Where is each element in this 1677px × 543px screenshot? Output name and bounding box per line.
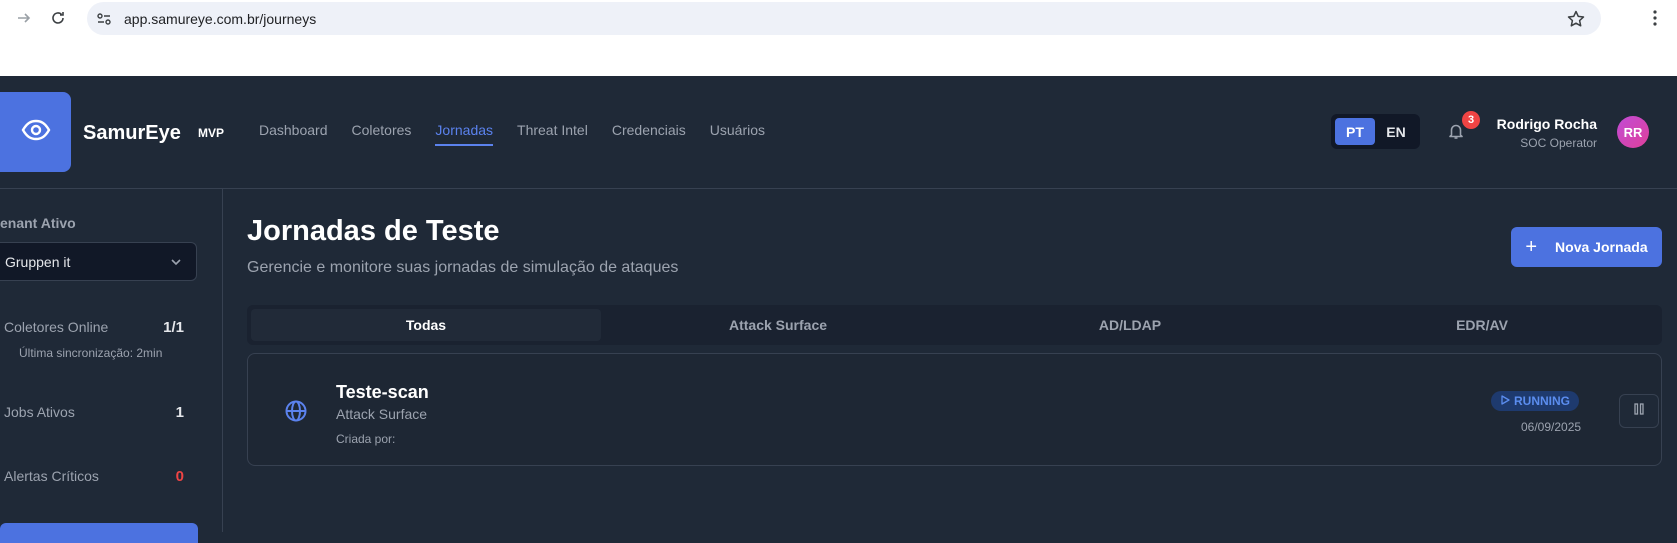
browser-chrome: app.samureye.com.br/journeys [0, 0, 1677, 76]
tab-attack-surface[interactable]: Attack Surface [603, 309, 953, 341]
journey-type-tabs: Todas Attack Surface AD/LDAP EDR/AV [247, 305, 1662, 345]
sidebar: enant Ativo Gruppen it Coletores Online … [0, 189, 223, 543]
sidebar-action-button[interactable] [0, 523, 198, 543]
main-content: Jornadas de Teste Gerencie e monitore su… [224, 189, 1677, 532]
top-navigation: Dashboard Coletores Jornadas Threat Inte… [259, 122, 765, 146]
journey-title: Teste-scan [336, 382, 429, 402]
collectors-online-label: Coletores Online [4, 319, 109, 335]
journey-card[interactable]: Teste-scan Attack Surface Criada por: RU… [247, 353, 1662, 466]
forward-icon[interactable] [12, 6, 36, 30]
menu-icon[interactable] [1645, 8, 1665, 28]
lang-pt-button[interactable]: PT [1335, 118, 1375, 145]
lang-en-button[interactable]: EN [1376, 118, 1416, 145]
jobs-active-label: Jobs Ativos [4, 404, 75, 420]
user-role: SOC Operator [1520, 136, 1597, 150]
language-toggle: PT EN [1331, 114, 1420, 149]
nav-usuarios[interactable]: Usuários [710, 122, 765, 146]
page-subtitle: Gerencie e monitore suas jornadas de sim… [247, 259, 679, 276]
journey-date: 06/09/2025 [1521, 420, 1582, 434]
journey-type: Attack Surface [336, 406, 428, 422]
collectors-online-value: 1/1 [163, 319, 184, 336]
user-name: Rodrigo Rocha [1496, 116, 1597, 132]
tab-edr-av[interactable]: EDR/AV [1307, 309, 1657, 341]
last-sync-text: Última sincronização: 2min [19, 346, 163, 360]
globe-icon [284, 399, 308, 423]
critical-alerts-value: 0 [175, 468, 184, 485]
play-icon [1500, 394, 1510, 408]
tenant-select-value: Gruppen it [5, 254, 71, 270]
new-journey-button[interactable]: + Nova Jornada [1511, 227, 1662, 267]
bell-icon[interactable] [1447, 122, 1465, 140]
page-title: Jornadas de Teste [247, 215, 500, 247]
site-settings-icon[interactable] [95, 10, 113, 28]
nav-jornadas[interactable]: Jornadas [435, 122, 494, 146]
new-journey-label: Nova Jornada [1555, 239, 1648, 255]
nav-threat-intel[interactable]: Threat Intel [517, 122, 588, 146]
reload-icon[interactable] [46, 6, 70, 30]
url-text[interactable]: app.samureye.com.br/journeys [124, 11, 316, 27]
journey-creator: Criada por: [336, 432, 396, 446]
star-icon[interactable] [1566, 9, 1586, 29]
notification-count-badge: 3 [1462, 111, 1480, 129]
nav-credenciais[interactable]: Credenciais [612, 122, 686, 146]
chevron-down-icon [168, 254, 184, 270]
avatar[interactable]: RR [1617, 116, 1649, 148]
nav-coletores[interactable]: Coletores [352, 122, 412, 146]
plus-icon: + [1525, 236, 1538, 258]
status-text: RUNNING [1514, 394, 1570, 408]
tab-ad-ldap[interactable]: AD/LDAP [955, 309, 1305, 341]
mvp-badge: MVP [198, 126, 225, 140]
eye-icon [21, 119, 51, 146]
address-bar[interactable]: app.samureye.com.br/journeys [87, 2, 1601, 35]
tenant-select[interactable]: Gruppen it [0, 242, 197, 281]
status-badge: RUNNING [1491, 391, 1579, 411]
nav-dashboard[interactable]: Dashboard [259, 122, 328, 146]
pause-button[interactable] [1619, 394, 1659, 428]
tenant-label: enant Ativo [0, 215, 76, 231]
critical-alerts-label: Alertas Críticos [4, 468, 99, 484]
app-header: SamurEye MVP Dashboard Coletores Jornada… [0, 76, 1677, 189]
pause-icon [1633, 402, 1645, 421]
logo[interactable] [0, 92, 71, 172]
jobs-active-value: 1 [175, 404, 184, 421]
brand-name: SamurEye [83, 122, 181, 144]
tab-todas[interactable]: Todas [251, 309, 601, 341]
